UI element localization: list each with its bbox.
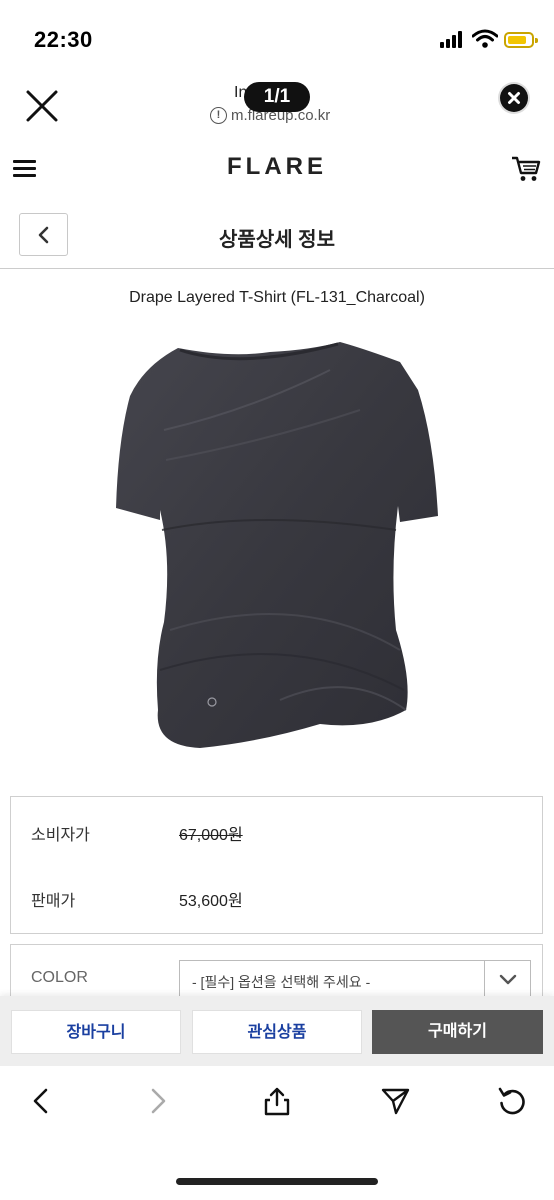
info-icon: ! [210, 107, 227, 124]
consumer-price-value: 67,000원 [179, 827, 243, 844]
sale-price-label: 판매가 [31, 893, 76, 910]
status-time: 22:30 [34, 27, 93, 52]
sale-price-row: 판매가 53,600원 [31, 881, 531, 911]
page-counter: 1/1 [244, 82, 310, 112]
chevron-down-icon[interactable] [484, 961, 530, 999]
cart-icon[interactable] [511, 155, 541, 183]
option-select-value: - [필수] 옵션을 선택해 주세요 - [192, 974, 371, 990]
store-header: FLARE [0, 140, 554, 196]
store-logo[interactable]: FLARE [0, 153, 554, 181]
send-icon[interactable] [380, 1086, 410, 1116]
color-option-select[interactable]: - [필수] 옵션을 선택해 주세요 - [179, 960, 531, 1000]
browser-toolbar [0, 1066, 554, 1200]
buy-now-button[interactable]: 구매하기 [372, 1010, 543, 1054]
sale-price-value: 53,600원 [179, 893, 243, 910]
back-arrow-icon[interactable] [26, 1086, 56, 1116]
home-indicator [176, 1178, 378, 1185]
close-icon[interactable] [24, 88, 60, 124]
signal-icon [440, 31, 466, 48]
forward-arrow-icon[interactable] [143, 1086, 173, 1116]
close-circle-icon [508, 92, 520, 104]
consumer-price-row: 소비자가 67,000원 [31, 815, 531, 845]
price-table: 소비자가 67,000원 판매가 53,600원 [10, 796, 543, 934]
dismiss-button[interactable] [500, 84, 528, 112]
battery-icon [504, 32, 538, 48]
share-icon[interactable] [262, 1086, 292, 1116]
wifi-icon [472, 29, 498, 48]
refresh-icon[interactable] [497, 1086, 527, 1116]
color-option-label: COLOR [31, 969, 88, 986]
page-subheader: 상품상세 정보 [0, 202, 554, 269]
wishlist-button[interactable]: 관심상품 [192, 1010, 362, 1054]
page-title: 상품상세 정보 [219, 229, 335, 251]
action-bar: 장바구니 관심상품 구매하기 [0, 996, 554, 1066]
add-to-cart-button[interactable]: 장바구니 [11, 1010, 181, 1054]
product-image[interactable] [100, 330, 450, 760]
status-bar: 22:30 [0, 0, 554, 70]
consumer-price-label: 소비자가 [31, 827, 90, 844]
product-name: Drape Layered T-Shirt (FL-131_Charcoal) [129, 289, 425, 306]
